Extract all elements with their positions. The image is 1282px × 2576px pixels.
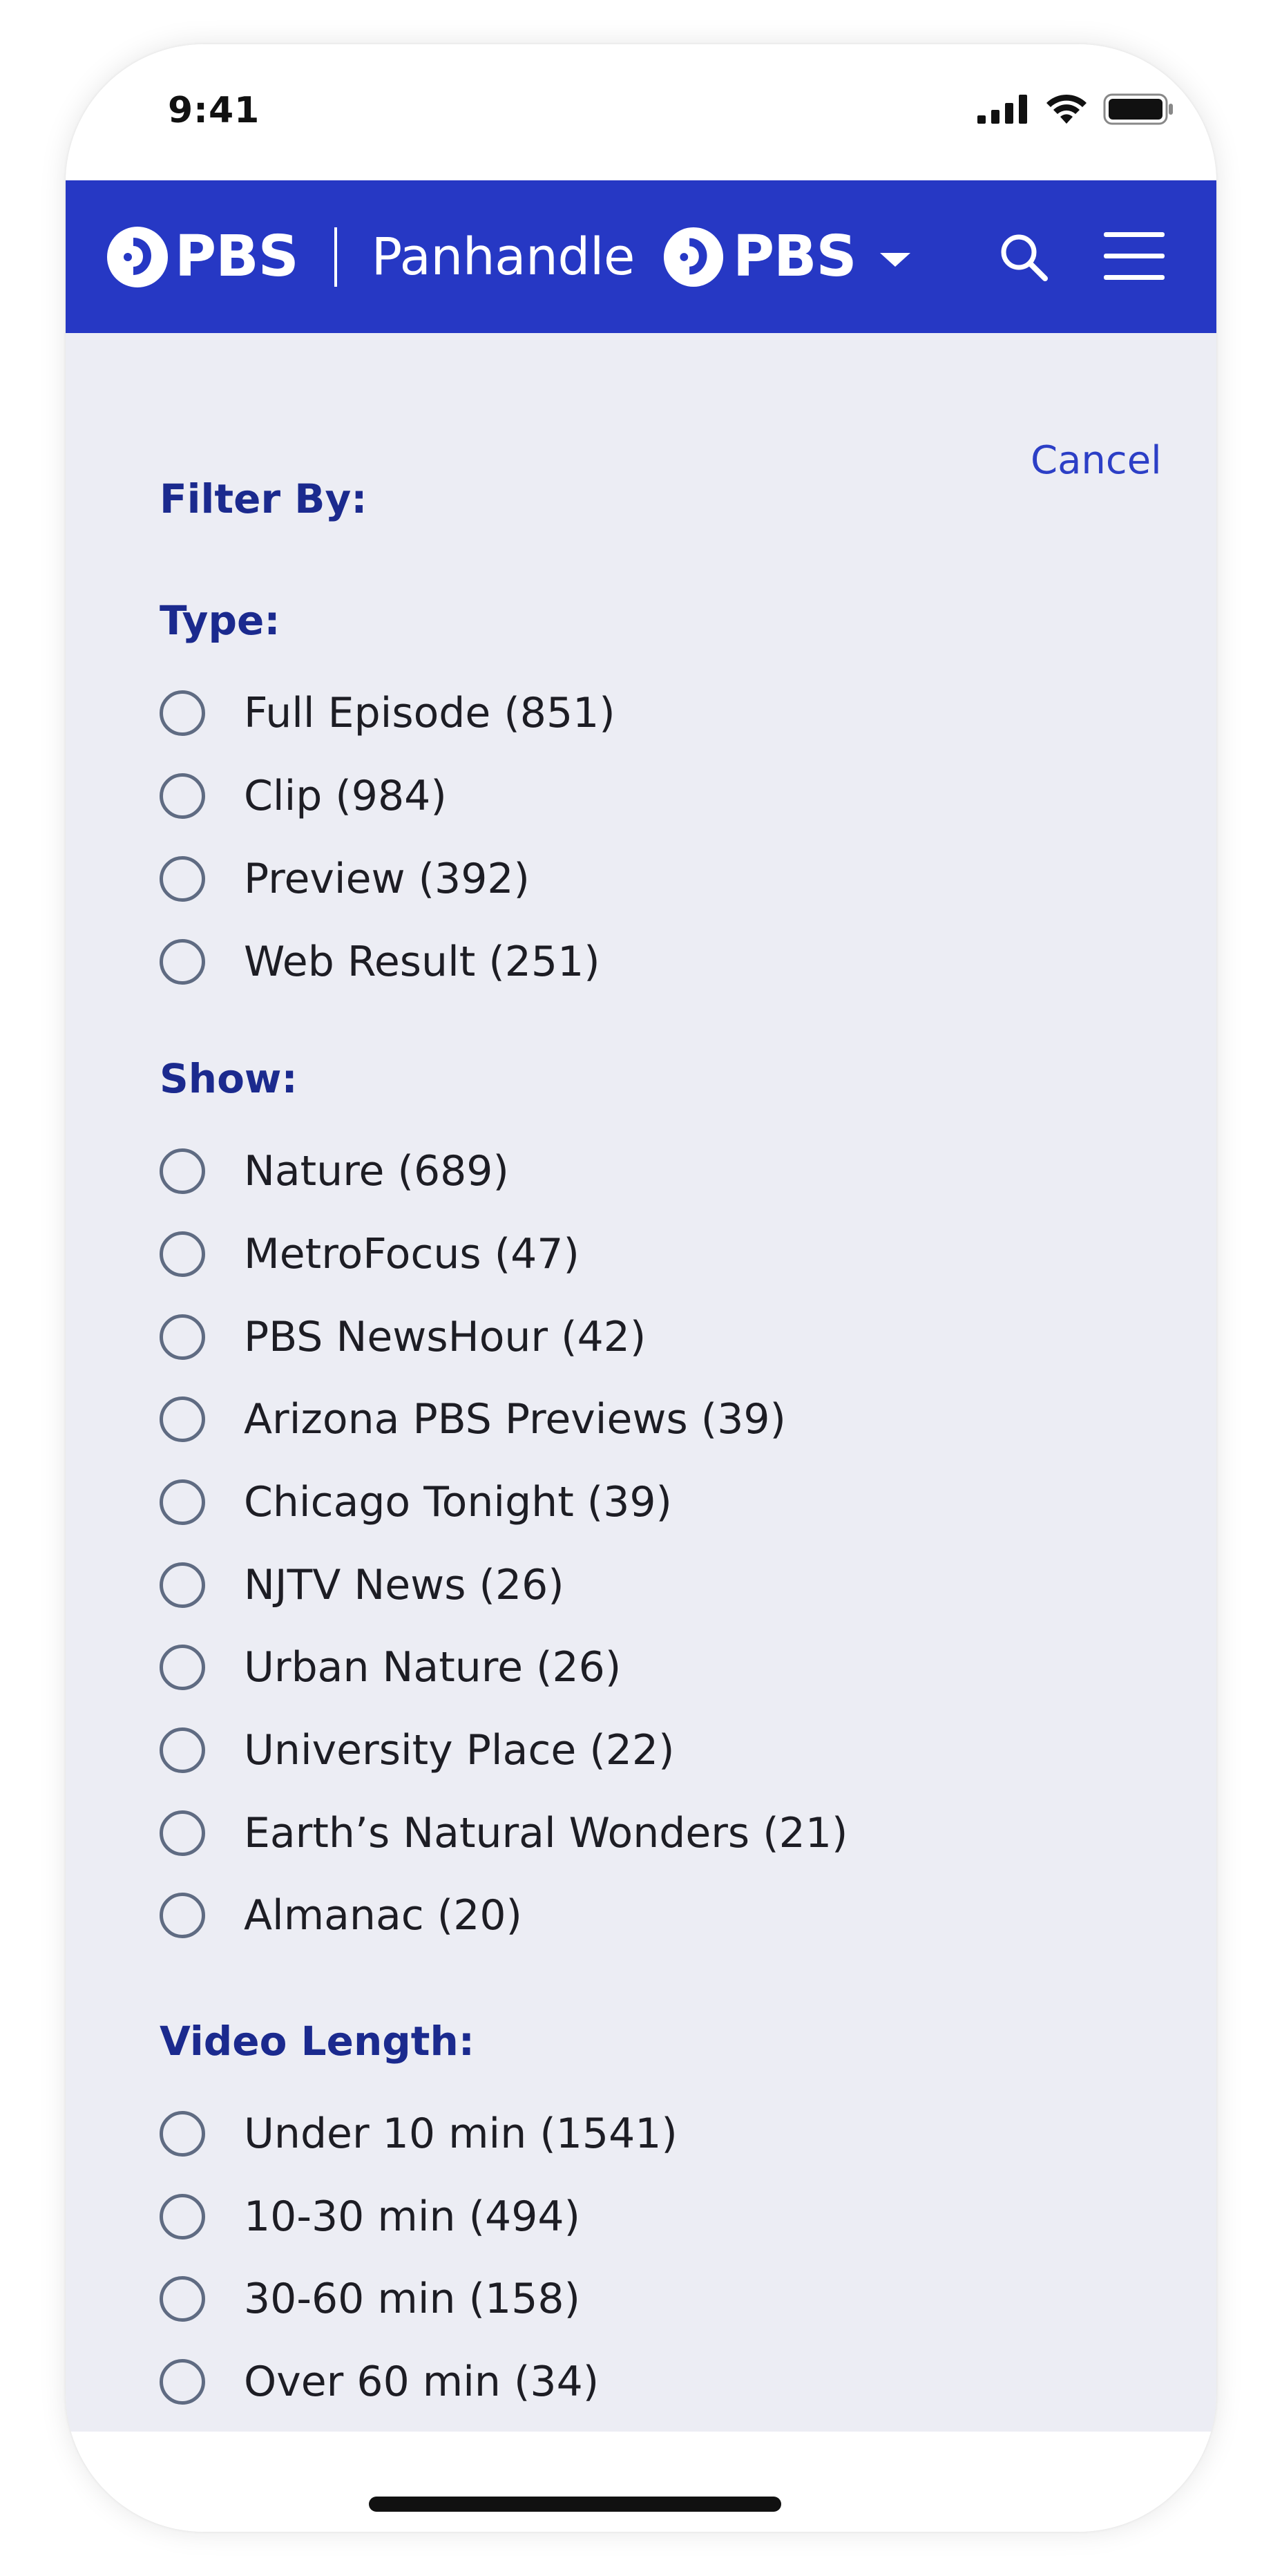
radio-button[interactable] [160,1148,205,1194]
menu-line-middle [1104,254,1165,258]
option-over-60-min[interactable]: Over 60 min (34) [160,2354,599,2409]
option-urban-nature[interactable]: Urban Nature (26) [160,1640,621,1695]
site-header: PBS Panhandle PBS [66,180,1216,333]
home-indicator[interactable] [369,2497,781,2512]
option-web-result[interactable]: Web Result (251) [160,934,600,989]
pbs-logo-text: PBS [175,224,299,290]
battery-icon [1103,93,1173,125]
option-label: NJTV News (26) [244,1561,564,1609]
chevron-down-icon [879,252,910,267]
radio-button[interactable] [160,1231,205,1277]
filter-panel: Cancel Filter By: Type: Full Episode (85… [66,333,1216,2432]
station-pbs-head-icon [663,227,723,287]
option-chicago-tonight[interactable]: Chicago Tonight (39) [160,1475,672,1530]
status-bar: 9:41 [66,44,1216,180]
bottom-safe-area [66,2432,1216,2532]
status-time: 9:41 [168,90,260,131]
phone-frame: 9:41 PBS Panhandle PBS Cancel Filter By:… [66,44,1216,2532]
section-title-type: Type: [160,597,280,644]
station-logo-text: PBS [732,224,857,290]
option-university-place[interactable]: University Place (22) [160,1723,675,1778]
option-label: 30-60 min (158) [244,2275,580,2323]
option-full-episode[interactable]: Full Episode (851) [160,685,615,741]
option-label: MetroFocus (47) [244,1230,580,1278]
pbs-head-icon [107,226,168,287]
station-dropdown[interactable]: Panhandle PBS [372,224,910,290]
menu-line-top [1104,232,1165,237]
station-name: Panhandle [371,227,635,287]
logo-divider [334,227,337,287]
radio-button[interactable] [160,2111,205,2157]
section-title-show: Show: [160,1055,298,1102]
option-under-10-min[interactable]: Under 10 min (1541) [160,2106,678,2161]
radio-button[interactable] [160,690,205,736]
radio-button[interactable] [160,856,205,902]
option-label: Full Episode (851) [244,689,615,737]
menu-line-bottom [1104,275,1165,280]
radio-button[interactable] [160,939,205,985]
option-pbs-newshour[interactable]: PBS NewsHour (42) [160,1309,646,1365]
radio-button[interactable] [160,773,205,819]
option-label: Web Result (251) [244,938,600,986]
option-clip[interactable]: Clip (984) [160,768,447,824]
cancel-button[interactable]: Cancel [1031,438,1162,483]
option-njtv-news[interactable]: NJTV News (26) [160,1557,564,1613]
option-30-60-min[interactable]: 30-60 min (158) [160,2271,580,2327]
option-arizona-pbs-previews[interactable]: Arizona PBS Previews (39) [160,1392,786,1447]
filter-title: Filter By: [160,475,367,522]
option-label: Clip (984) [244,772,447,820]
option-nature[interactable]: Nature (689) [160,1144,509,1199]
radio-button[interactable] [160,1645,205,1690]
status-icons [977,93,1175,126]
radio-button[interactable] [160,1562,205,1608]
option-10-30-min[interactable]: 10-30 min (494) [160,2189,580,2244]
option-almanac[interactable]: Almanac (20) [160,1888,522,1943]
option-label: Urban Nature (26) [244,1643,622,1692]
radio-button[interactable] [160,2194,205,2239]
search-icon [1001,234,1048,281]
radio-button[interactable] [160,2276,205,2322]
option-label: Nature (689) [244,1147,509,1195]
hamburger-menu-button[interactable] [1104,232,1165,281]
radio-button[interactable] [160,1727,205,1773]
pbs-logo[interactable]: PBS [106,224,299,290]
radio-button[interactable] [160,1396,205,1442]
option-label: 10-30 min (494) [244,2193,580,2241]
option-earths-natural-wonders[interactable]: Earth’s Natural Wonders (21) [160,1806,848,1861]
logo-group: PBS Panhandle PBS [106,180,910,333]
option-metrofocus[interactable]: MetroFocus (47) [160,1227,580,1282]
option-preview[interactable]: Preview (392) [160,851,530,907]
radio-button[interactable] [160,1314,205,1360]
option-label: Earth’s Natural Wonders (21) [244,1809,848,1857]
cellular-signal-icon [977,95,1027,124]
option-label: Under 10 min (1541) [244,2110,678,2158]
option-label: PBS NewsHour (42) [244,1313,647,1361]
radio-button[interactable] [160,1479,205,1525]
option-label: Chicago Tonight (39) [244,1478,672,1526]
option-label: University Place (22) [244,1726,675,1774]
section-title-video-length: Video Length: [160,2018,475,2065]
search-button[interactable] [997,230,1052,285]
radio-button[interactable] [160,1893,205,1938]
option-label: Arizona PBS Previews (39) [244,1395,786,1443]
option-label: Over 60 min (34) [244,2358,600,2406]
radio-button[interactable] [160,1810,205,1856]
option-label: Preview (392) [244,855,530,903]
wifi-icon [1046,94,1087,124]
option-label: Almanac (20) [244,1891,522,1940]
radio-button[interactable] [160,2359,205,2405]
